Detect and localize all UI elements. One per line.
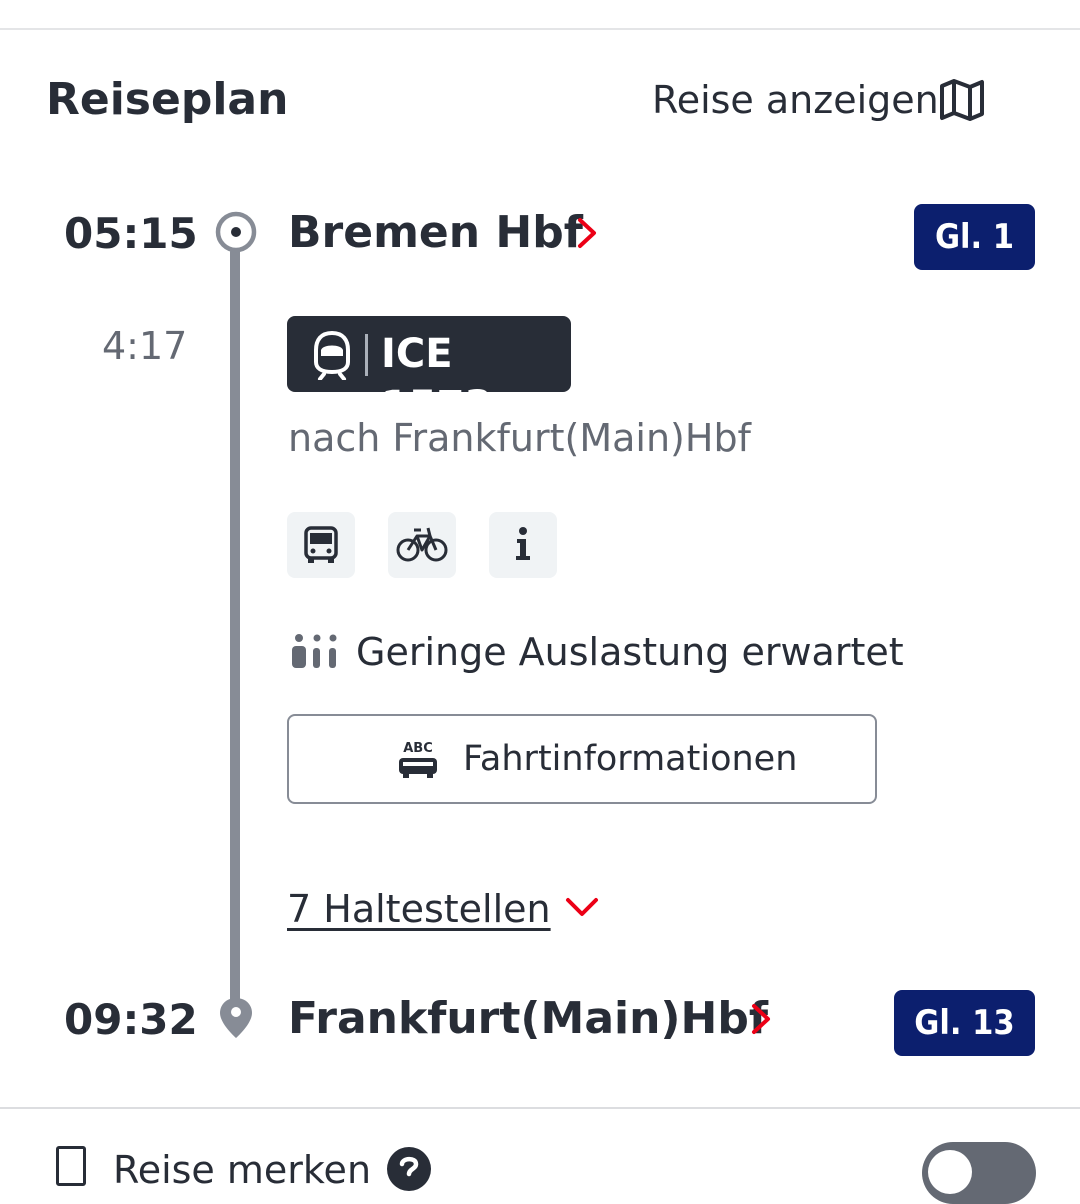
bus-amenity-button[interactable] [287, 512, 355, 578]
trip-info-icon: ABC [399, 741, 437, 778]
badge-separator [365, 334, 368, 376]
bookmark-toggle[interactable] [922, 1142, 1036, 1204]
train-direction: nach Frankfurt(Main)Hbf [288, 416, 751, 460]
destination-station-name[interactable]: Frankfurt(Main)Hbf [288, 992, 768, 1046]
bicycle-amenity-button[interactable] [388, 512, 456, 578]
departure-time: 05:15 [64, 209, 198, 258]
top-divider [0, 28, 1080, 30]
ice-train-icon [314, 330, 350, 380]
timeline-line [230, 250, 240, 1010]
info-icon [516, 527, 530, 560]
svg-text:ABC: ABC [403, 741, 433, 756]
origin-marker-icon [215, 211, 257, 253]
bookmark-label: Reise merken [113, 1148, 372, 1192]
bicycle-icon [396, 527, 448, 562]
origin-platform-badge: Gl. 1 [914, 204, 1035, 270]
question-icon[interactable] [386, 1146, 432, 1192]
travel-duration: 4:17 [102, 324, 188, 368]
bus-icon [304, 526, 338, 563]
section-divider [0, 1107, 1080, 1109]
trip-info-label: Fahrtinformationen [463, 739, 798, 779]
destination-pin-icon [220, 998, 252, 1038]
info-amenity-button[interactable] [489, 512, 557, 578]
bookmark-checkbox[interactable] [56, 1146, 86, 1186]
page-title: Reiseplan [46, 74, 289, 125]
occupancy-icon [292, 634, 337, 668]
origin-station-name[interactable]: Bremen Hbf [288, 206, 583, 260]
map-icon[interactable] [938, 76, 986, 124]
trip-info-button[interactable]: ABC Fahrtinformationen [287, 714, 877, 804]
occupancy-text: Geringe Auslastung erwartet [356, 630, 904, 674]
stops-expand-link[interactable]: 7 Haltestellen [287, 884, 551, 934]
toggle-knob [928, 1150, 972, 1194]
arrival-time: 09:32 [64, 995, 198, 1044]
destination-platform-badge: Gl. 13 [894, 990, 1035, 1056]
chevron-down-icon[interactable] [564, 894, 600, 922]
chevron-right-icon[interactable] [574, 216, 600, 250]
train-badge[interactable]: ICE 1573 [287, 316, 571, 429]
show-trip-link[interactable]: Reise anzeigen [652, 76, 986, 124]
chevron-right-icon[interactable] [748, 1002, 774, 1036]
